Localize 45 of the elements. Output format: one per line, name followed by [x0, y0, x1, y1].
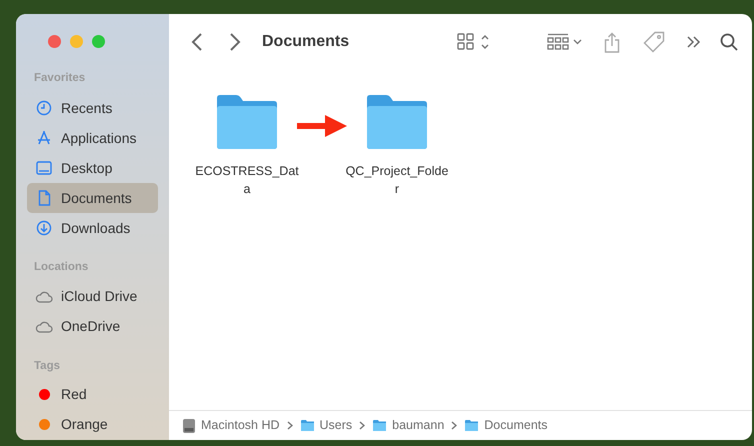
section-header: Favorites — [33, 71, 86, 86]
forward-icon[interactable] — [229, 32, 241, 52]
folder-icon — [300, 419, 314, 432]
group-icon[interactable] — [547, 33, 583, 51]
path-item[interactable]: baumann — [392, 416, 444, 435]
clock-icon — [36, 100, 52, 116]
path-item[interactable]: Documents — [484, 416, 548, 435]
folder-name: QC_Project_Folde r — [346, 163, 448, 198]
sidebar-item[interactable]: Orange — [27, 410, 158, 440]
chevron-icon — [286, 421, 292, 430]
icon-view-icon[interactable] — [457, 33, 491, 51]
chevron-icon — [451, 421, 458, 430]
sidebar-item[interactable]: OneDrive — [27, 312, 158, 342]
download-icon — [36, 220, 52, 236]
tag-icon[interactable] — [643, 31, 665, 53]
search-icon[interactable] — [720, 33, 738, 51]
section-header: Tags — [33, 358, 61, 374]
section-header: Locations — [33, 260, 90, 276]
desktop-icon — [36, 161, 52, 176]
zoom-button[interactable] — [92, 35, 105, 48]
window-title: Documents — [262, 32, 350, 52]
sidebar-item[interactable]: Red — [27, 380, 158, 410]
sidebar-item[interactable]: Applications — [27, 123, 158, 154]
path-item[interactable]: Users — [320, 416, 352, 435]
folder-icon[interactable] — [364, 94, 430, 150]
sidebar-item[interactable]: Recents — [27, 93, 158, 124]
sidebar-item[interactable]: Documents — [27, 183, 158, 214]
back-icon[interactable] — [191, 32, 203, 52]
folder-name: ECOSTRESS_Dat a — [195, 163, 299, 198]
chevron-icon — [359, 421, 366, 430]
folder-icon — [372, 419, 388, 432]
document-icon — [38, 190, 50, 206]
share-icon[interactable] — [604, 32, 620, 52]
path-item[interactable]: Macintosh HD — [201, 416, 280, 435]
folder-icon[interactable] — [214, 94, 280, 150]
sidebar-item[interactable]: Desktop — [27, 153, 158, 184]
close-button[interactable] — [48, 35, 61, 48]
arrow-icon — [297, 113, 347, 139]
apps-icon — [36, 130, 52, 146]
sidebar-item[interactable]: iCloud Drive — [27, 282, 158, 312]
folder-icon — [464, 419, 480, 432]
more-icon[interactable] — [686, 35, 702, 49]
cloud-icon — [35, 320, 53, 332]
sidebar-item[interactable]: Downloads — [27, 213, 158, 244]
cloud-icon — [35, 290, 53, 302]
